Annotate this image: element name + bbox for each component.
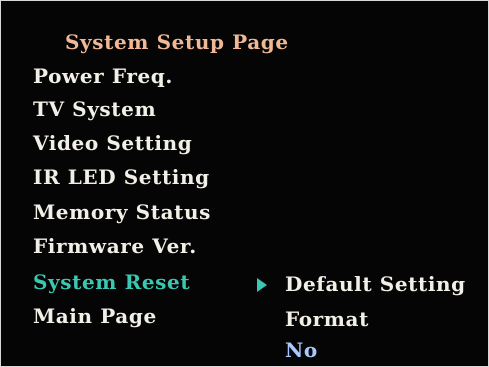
- osd-screen: System Setup Page Power Freq. TV System …: [0, 0, 489, 367]
- system-reset-submenu: Default Setting Format No: [1, 1, 488, 366]
- submenu-item-no[interactable]: No: [285, 338, 318, 362]
- submenu-item-default-setting[interactable]: Default Setting: [285, 272, 466, 296]
- submenu-item-format[interactable]: Format: [285, 307, 369, 331]
